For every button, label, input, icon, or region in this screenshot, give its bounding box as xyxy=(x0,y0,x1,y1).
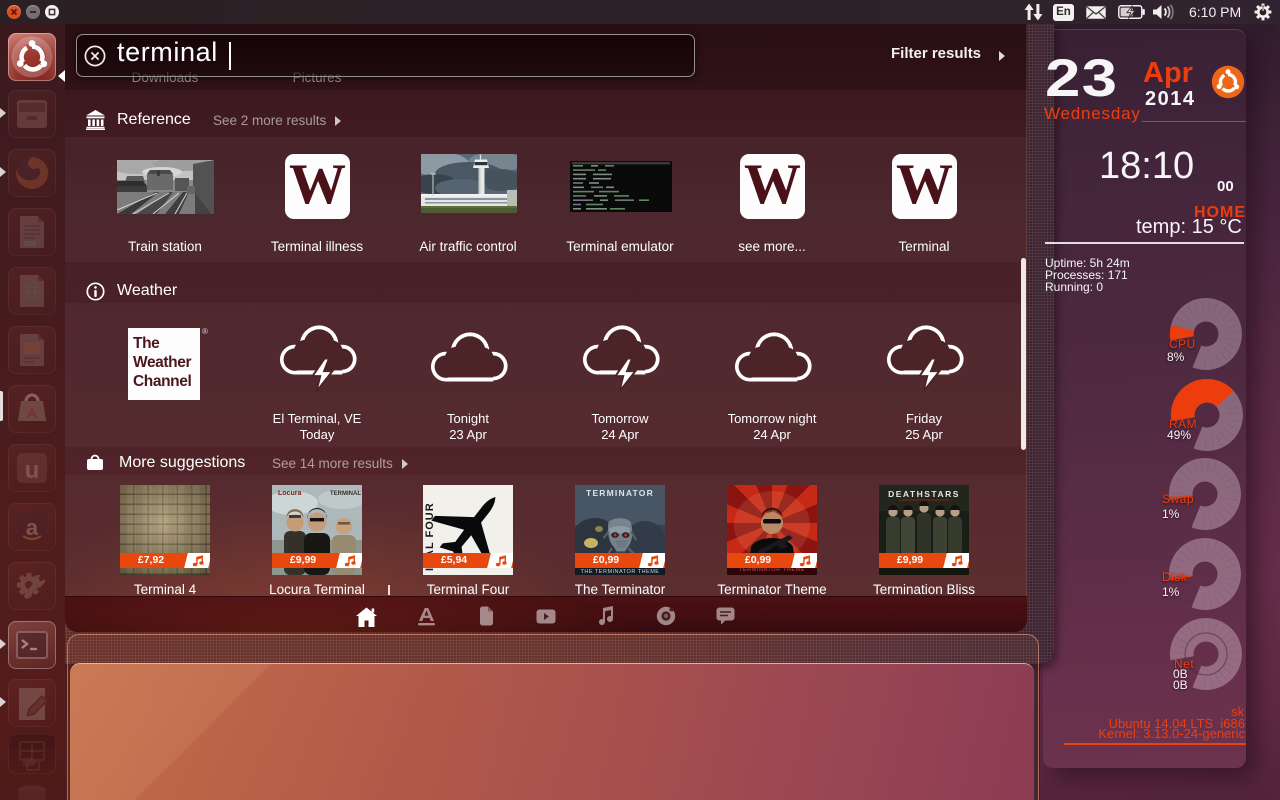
svg-text:u: u xyxy=(25,457,40,484)
svg-text:THE TERMINATOR THEME: THE TERMINATOR THEME xyxy=(581,569,660,575)
svg-text:A: A xyxy=(27,405,37,421)
svg-text:DEATHSTARS: DEATHSTARS xyxy=(888,489,960,499)
svg-text:TERMINATOR: TERMINATOR xyxy=(586,488,654,498)
svg-text:TERMINAL: TERMINAL xyxy=(330,491,361,497)
svg-text:a: a xyxy=(26,515,39,540)
svg-text:Locura: Locura xyxy=(278,490,301,497)
